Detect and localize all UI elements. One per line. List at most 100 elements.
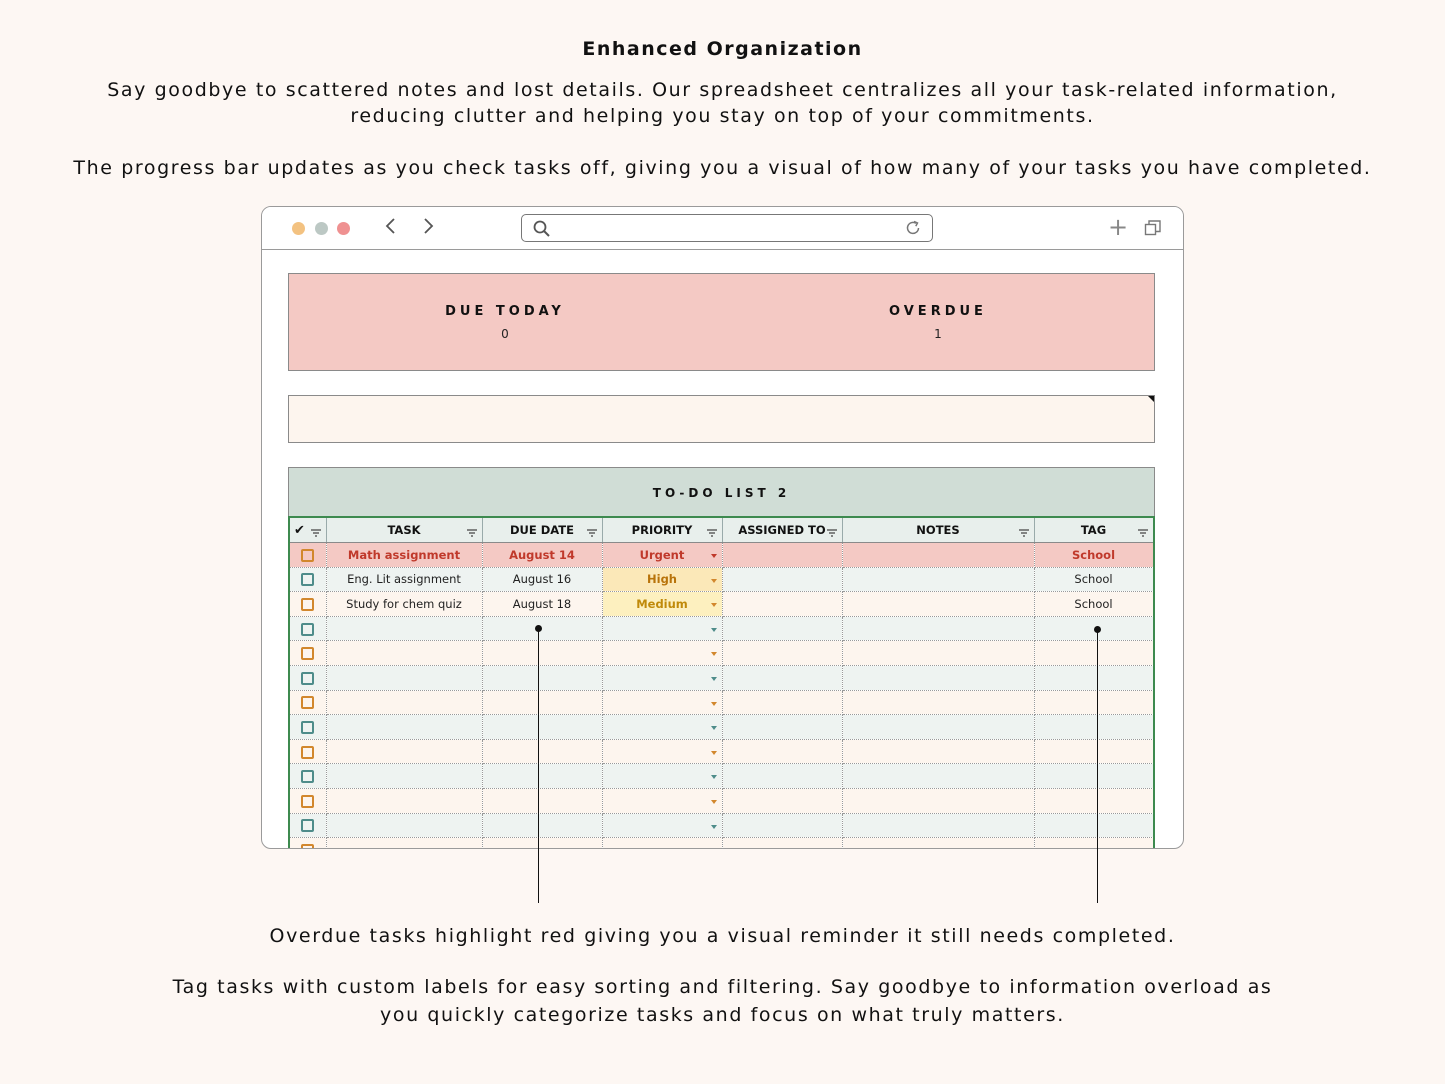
task-checkbox[interactable] (301, 622, 315, 636)
tag-cell[interactable] (1034, 640, 1153, 667)
due-cell[interactable] (482, 640, 603, 667)
plus-icon[interactable]: + (1108, 215, 1128, 239)
column-header-assigned[interactable]: ASSIGNED TO (722, 518, 843, 544)
notes-cell[interactable] (842, 837, 1035, 848)
assigned-cell[interactable] (722, 640, 843, 667)
task-cell[interactable] (326, 837, 483, 848)
task-cell[interactable] (326, 739, 483, 765)
notes-cell[interactable] (842, 591, 1035, 617)
priority-cell[interactable] (602, 837, 723, 848)
dropdown-arrow-icon[interactable] (710, 800, 717, 805)
task-checkbox[interactable] (301, 745, 315, 759)
priority-cell[interactable] (602, 788, 723, 814)
due-cell[interactable] (482, 616, 603, 642)
filter-icon[interactable] (466, 526, 477, 540)
dropdown-arrow-icon[interactable] (710, 775, 717, 780)
due-cell[interactable]: August 16 (482, 567, 603, 593)
notes-cell[interactable] (842, 714, 1035, 740)
priority-cell[interactable] (602, 739, 723, 765)
task-cell[interactable] (326, 714, 483, 740)
tag-cell[interactable]: School (1034, 591, 1153, 617)
assigned-cell[interactable] (722, 542, 843, 568)
assigned-cell[interactable] (722, 714, 843, 740)
notes-cell[interactable] (842, 813, 1035, 839)
dropdown-arrow-icon[interactable] (710, 603, 717, 608)
assigned-cell[interactable] (722, 763, 843, 790)
task-checkbox[interactable] (301, 598, 315, 612)
notes-cell[interactable] (842, 665, 1035, 691)
tag-cell[interactable] (1034, 714, 1153, 740)
due-cell[interactable]: August 14 (482, 542, 603, 568)
filter-icon[interactable] (310, 526, 321, 540)
tag-cell[interactable] (1034, 739, 1153, 765)
priority-cell[interactable] (602, 665, 723, 691)
filter-icon[interactable] (826, 526, 837, 540)
tag-cell[interactable] (1034, 665, 1153, 691)
dropdown-arrow-icon[interactable] (710, 554, 717, 559)
dropdown-arrow-icon[interactable] (710, 578, 717, 583)
dropdown-arrow-icon[interactable] (710, 627, 717, 632)
column-header-task[interactable]: TASK (326, 518, 483, 544)
tag-cell[interactable] (1034, 690, 1153, 716)
assigned-cell[interactable] (722, 616, 843, 642)
task-checkbox[interactable] (301, 819, 315, 833)
assigned-cell[interactable] (722, 690, 843, 716)
task-cell[interactable] (326, 788, 483, 814)
address-bar[interactable] (521, 214, 933, 242)
filter-icon[interactable] (706, 526, 717, 540)
column-header-due[interactable]: DUE DATE (482, 518, 603, 544)
copy-icon[interactable] (1144, 219, 1162, 241)
notes-cell[interactable] (842, 690, 1035, 716)
priority-cell[interactable]: High (602, 567, 723, 593)
notes-cell[interactable] (842, 616, 1035, 642)
column-header-notes[interactable]: NOTES (842, 518, 1035, 544)
task-cell[interactable] (326, 616, 483, 642)
task-checkbox[interactable] (301, 721, 315, 735)
task-cell[interactable]: Eng. Lit assignment (326, 567, 483, 593)
tag-cell[interactable] (1034, 837, 1153, 848)
task-cell[interactable] (326, 640, 483, 667)
reload-icon[interactable] (904, 219, 922, 241)
tag-cell[interactable] (1034, 813, 1153, 839)
tag-cell[interactable]: School (1034, 542, 1153, 568)
assigned-cell[interactable] (722, 837, 843, 848)
tag-cell[interactable] (1034, 788, 1153, 814)
due-cell[interactable] (482, 813, 603, 839)
chevron-right-icon[interactable] (419, 217, 437, 239)
task-cell[interactable] (326, 690, 483, 716)
assigned-cell[interactable] (722, 813, 843, 839)
due-cell[interactable] (482, 739, 603, 765)
filter-icon[interactable] (586, 526, 597, 540)
filter-icon[interactable] (1018, 526, 1029, 540)
task-checkbox[interactable] (301, 770, 315, 784)
task-checkbox[interactable] (301, 844, 315, 848)
priority-cell[interactable] (602, 813, 723, 839)
notes-cell[interactable] (842, 640, 1035, 667)
dropdown-arrow-icon[interactable] (710, 750, 717, 755)
notes-cell[interactable] (842, 542, 1035, 568)
priority-cell[interactable] (602, 640, 723, 667)
window-maximize-dot[interactable] (315, 222, 328, 235)
column-header-priority[interactable]: PRIORITY (602, 518, 723, 544)
task-cell[interactable] (326, 763, 483, 790)
task-checkbox[interactable] (301, 647, 315, 661)
filter-icon[interactable] (1137, 526, 1148, 540)
assigned-cell[interactable] (722, 665, 843, 691)
notes-cell[interactable] (842, 788, 1035, 814)
window-minimize-dot[interactable] (292, 222, 305, 235)
dropdown-arrow-icon[interactable] (710, 701, 717, 706)
task-checkbox[interactable] (301, 794, 315, 808)
priority-cell[interactable] (602, 763, 723, 790)
task-cell[interactable]: Math assignment (326, 542, 483, 568)
due-cell[interactable] (482, 788, 603, 814)
dropdown-arrow-icon[interactable] (710, 726, 717, 731)
tag-cell[interactable]: School (1034, 567, 1153, 593)
due-cell[interactable] (482, 763, 603, 790)
task-checkbox[interactable] (301, 548, 315, 562)
window-close-dot[interactable] (337, 222, 350, 235)
due-cell[interactable] (482, 714, 603, 740)
assigned-cell[interactable] (722, 567, 843, 593)
priority-cell[interactable]: Urgent (602, 542, 723, 568)
task-checkbox[interactable] (301, 696, 315, 710)
priority-cell[interactable] (602, 690, 723, 716)
